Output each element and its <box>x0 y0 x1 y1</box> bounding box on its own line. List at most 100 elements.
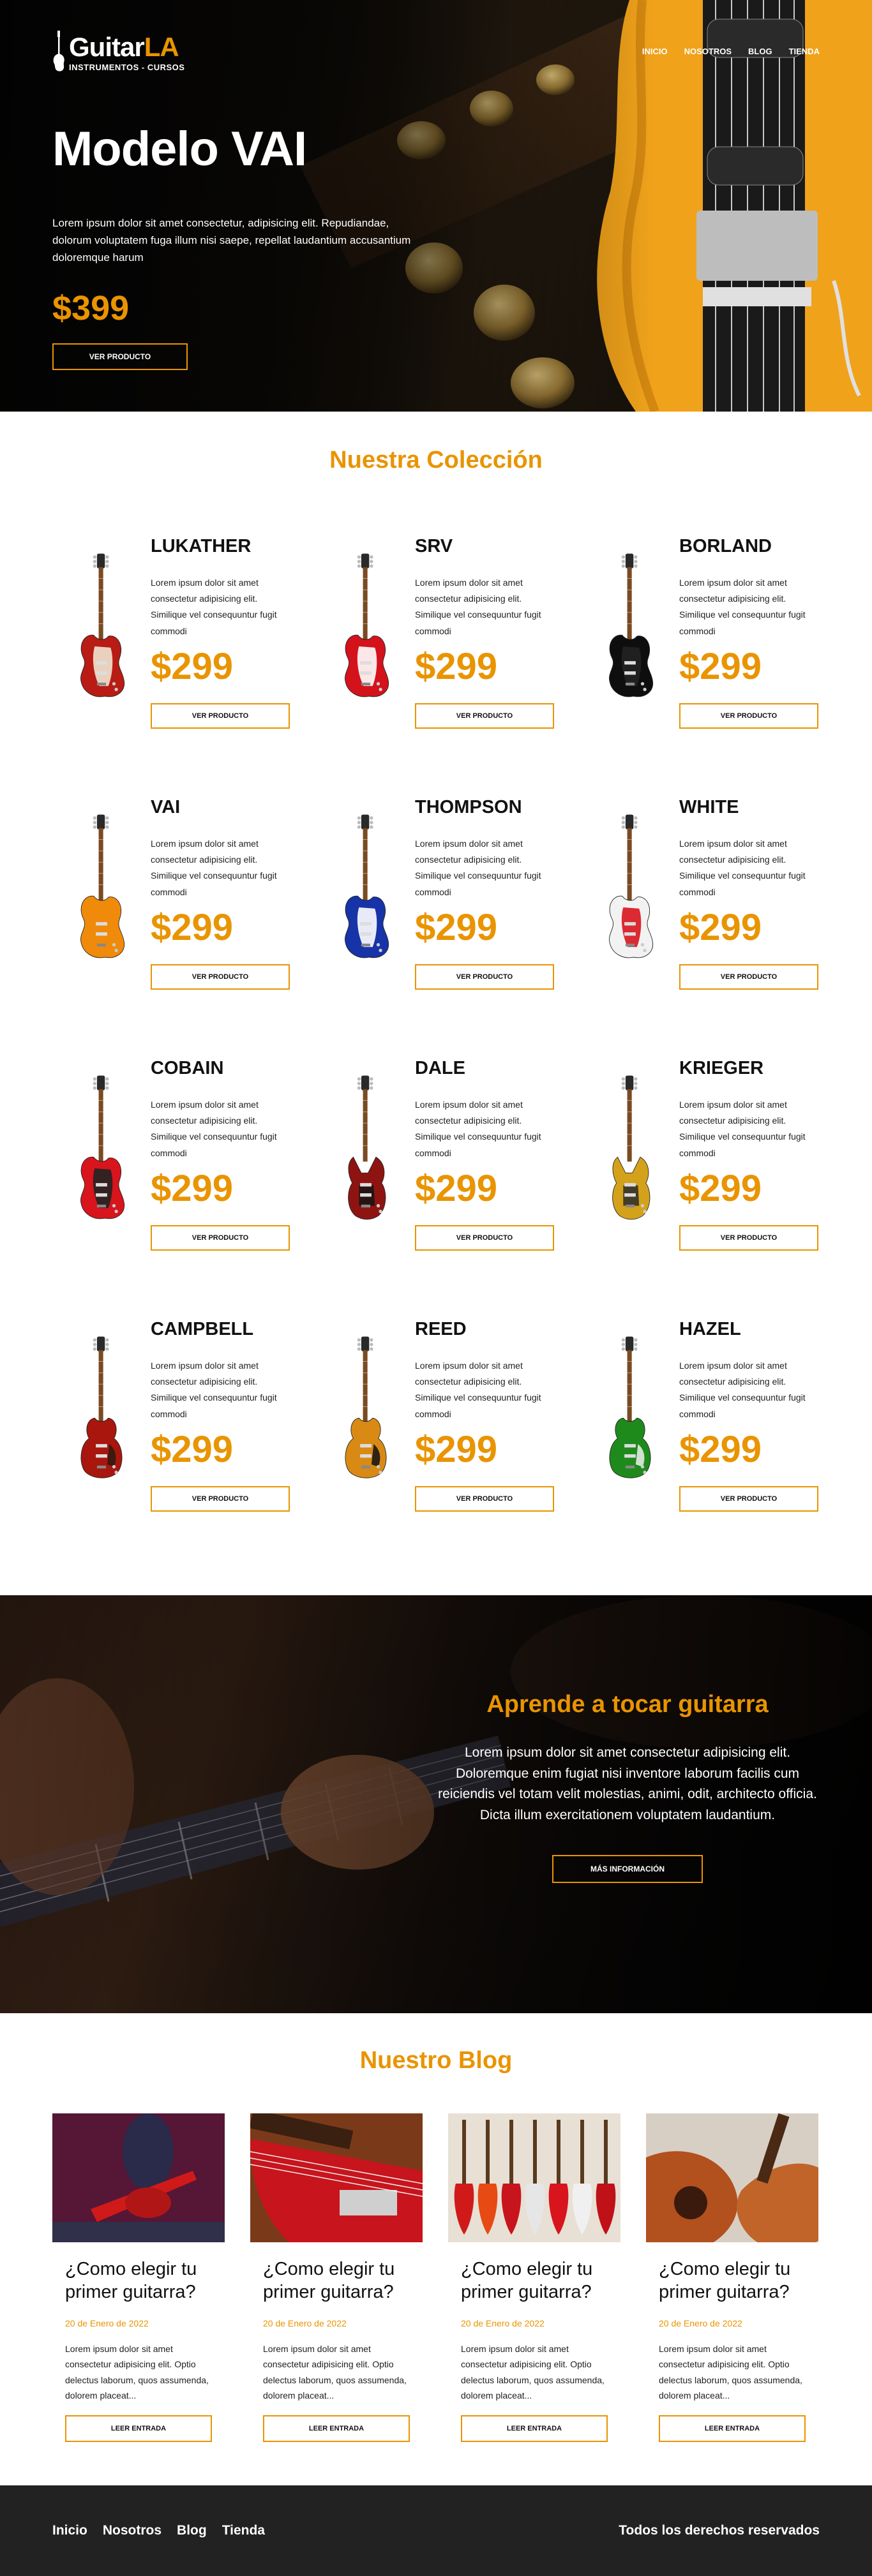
product-price: $299 <box>679 906 762 948</box>
product-name: REED <box>415 1319 467 1339</box>
view-product-button[interactable]: VER PRODUCTO <box>415 1225 554 1251</box>
hero-header: GuitarLA INSTRUMENTOS - CURSOS Inicio No… <box>0 0 872 412</box>
blog-post-title[interactable]: ¿Como elegir tu primer guitarra? <box>659 2258 806 2304</box>
blog-post-excerpt: Lorem ipsum dolor sit amet consectetur a… <box>461 2343 605 2401</box>
product-description: Lorem ipsum dolor sit amet consectetur a… <box>679 838 806 897</box>
guitar-image <box>581 522 679 733</box>
guitar-image <box>581 1305 679 1515</box>
nav-link-nosotros[interactable]: Nosotros <box>684 47 732 56</box>
nav-link-inicio[interactable]: Inicio <box>642 47 668 56</box>
blog-post-excerpt: Lorem ipsum dolor sit amet consectetur a… <box>659 2343 802 2401</box>
product-card: SRV Lorem ipsum dolor sit amet consectet… <box>317 522 581 783</box>
nav-links: Inicio Nosotros Blog Tienda <box>642 47 820 56</box>
guitar-image <box>581 1044 679 1254</box>
nav-link-blog[interactable]: Blog <box>748 47 772 56</box>
hero-content: Modelo VAI Lorem ipsum dolor sit amet co… <box>52 125 435 370</box>
product-card: HAZEL Lorem ipsum dolor sit amet consect… <box>581 1305 845 1566</box>
guitar-image <box>52 1044 151 1254</box>
guitar-logo-icon <box>53 31 64 71</box>
hero-price: $399 <box>52 288 130 327</box>
footer: Inicio Nosotros Blog Tienda Todos los de… <box>0 2485 872 2576</box>
page: GuitarLA INSTRUMENTOS - CURSOS Inicio No… <box>0 0 872 2576</box>
read-entry-button[interactable]: LEER ENTRADA <box>659 2415 806 2442</box>
view-product-button[interactable]: VER PRODUCTO <box>151 1485 290 1512</box>
site-logo[interactable]: GuitarLA INSTRUMENTOS - CURSOS <box>52 31 184 71</box>
footer-nav: Inicio Nosotros Blog Tienda <box>52 2523 265 2538</box>
blog-post: ¿Como elegir tu primer guitarra? 20 de E… <box>52 2113 225 2442</box>
view-product-button[interactable]: VER PRODUCTO <box>679 1485 818 1512</box>
product-name: SRV <box>415 536 453 556</box>
product-name: HAZEL <box>679 1319 741 1339</box>
product-price: $299 <box>151 1428 234 1470</box>
view-product-button[interactable]: VER PRODUCTO <box>415 1485 554 1512</box>
product-card: VAI Lorem ipsum dolor sit amet consectet… <box>52 783 317 1044</box>
product-name: CAMPBELL <box>151 1319 254 1339</box>
guitar-image <box>52 522 151 733</box>
product-price: $299 <box>151 1167 234 1209</box>
footer-link-tienda[interactable]: Tienda <box>222 2523 265 2538</box>
product-grid: LUKATHER Lorem ipsum dolor sit amet cons… <box>52 522 820 1566</box>
guitar-image <box>317 783 415 994</box>
read-entry-button[interactable]: LEER ENTRADA <box>461 2415 608 2442</box>
read-entry-button[interactable]: LEER ENTRADA <box>263 2415 410 2442</box>
blog-post-date: 20 de Enero de 2022 <box>659 2318 742 2328</box>
product-name: LUKATHER <box>151 536 252 556</box>
hero-title: Modelo VAI <box>52 122 307 176</box>
blog-title: Nuestro Blog <box>359 2047 513 2074</box>
view-product-button[interactable]: VER PRODUCTO <box>415 964 554 990</box>
product-description: Lorem ipsum dolor sit amet consectetur a… <box>679 577 806 636</box>
blog-post-title[interactable]: ¿Como elegir tu primer guitarra? <box>65 2258 212 2304</box>
product-card: COBAIN Lorem ipsum dolor sit amet consec… <box>52 1044 317 1305</box>
product-price: $299 <box>415 906 498 948</box>
view-product-button[interactable]: VER PRODUCTO <box>679 1225 818 1251</box>
product-description: Lorem ipsum dolor sit amet consectetur a… <box>151 1360 277 1419</box>
product-name: KRIEGER <box>679 1058 764 1078</box>
blog-post: ¿Como elegir tu primer guitarra? 20 de E… <box>646 2113 818 2442</box>
footer-copyright: Todos los derechos reservados <box>619 2523 820 2538</box>
view-product-button[interactable]: VER PRODUCTO <box>151 703 290 729</box>
top-nav: GuitarLA INSTRUMENTOS - CURSOS Inicio No… <box>52 31 820 71</box>
read-entry-button[interactable]: LEER ENTRADA <box>65 2415 212 2442</box>
footer-link-inicio[interactable]: Inicio <box>52 2523 87 2538</box>
blog-post-title[interactable]: ¿Como elegir tu primer guitarra? <box>461 2258 608 2304</box>
product-price: $299 <box>151 645 234 687</box>
product-card: DALE Lorem ipsum dolor sit amet consecte… <box>317 1044 581 1305</box>
guitar-image <box>317 1044 415 1254</box>
product-name: THOMPSON <box>415 797 522 817</box>
guitar-image <box>317 1305 415 1515</box>
lessons-text: Lorem ipsum dolor sit amet consectetur a… <box>438 1745 817 1822</box>
product-description: Lorem ipsum dolor sit amet consectetur a… <box>679 1099 806 1158</box>
guitar-image <box>52 1305 151 1515</box>
product-description: Lorem ipsum dolor sit amet consectetur a… <box>151 1099 277 1158</box>
footer-link-nosotros[interactable]: Nosotros <box>103 2523 162 2538</box>
product-price: $299 <box>415 645 498 687</box>
view-product-button[interactable]: VER PRODUCTO <box>415 703 554 729</box>
lessons-title: Aprende a tocar guitarra <box>486 1691 769 1718</box>
view-product-button[interactable]: VER PRODUCTO <box>151 964 290 990</box>
product-price: $299 <box>415 1167 498 1209</box>
product-name: DALE <box>415 1058 465 1078</box>
product-description: Lorem ipsum dolor sit amet consectetur a… <box>415 1099 541 1158</box>
blog-post: ¿Como elegir tu primer guitarra? 20 de E… <box>448 2113 620 2442</box>
view-product-button[interactable]: VER PRODUCTO <box>679 703 818 729</box>
hero-view-product-button[interactable]: VER PRODUCTO <box>52 343 188 370</box>
product-price: $299 <box>679 1428 762 1470</box>
view-product-button[interactable]: VER PRODUCTO <box>679 964 818 990</box>
product-name: WHITE <box>679 797 739 817</box>
blog-post-image <box>646 2113 818 2242</box>
product-card: WHITE Lorem ipsum dolor sit amet consect… <box>581 783 845 1044</box>
logo-subtitle: INSTRUMENTOS - CURSOS <box>69 63 185 72</box>
more-info-button[interactable]: MÁS INFORMACIÓN <box>552 1855 703 1884</box>
product-card: LUKATHER Lorem ipsum dolor sit amet cons… <box>52 522 317 783</box>
blog-post-image <box>448 2113 620 2242</box>
blog-post-title[interactable]: ¿Como elegir tu primer guitarra? <box>263 2258 410 2304</box>
product-description: Lorem ipsum dolor sit amet consectetur a… <box>679 1360 806 1419</box>
view-product-button[interactable]: VER PRODUCTO <box>151 1225 290 1251</box>
product-price: $299 <box>679 645 762 687</box>
guitar-image <box>52 783 151 994</box>
nav-link-tienda[interactable]: Tienda <box>789 47 820 56</box>
product-card: BORLAND Lorem ipsum dolor sit amet conse… <box>581 522 845 783</box>
footer-link-blog[interactable]: Blog <box>177 2523 207 2538</box>
blog-post-date: 20 de Enero de 2022 <box>263 2318 347 2328</box>
blog-post: ¿Como elegir tu primer guitarra? 20 de E… <box>250 2113 423 2442</box>
